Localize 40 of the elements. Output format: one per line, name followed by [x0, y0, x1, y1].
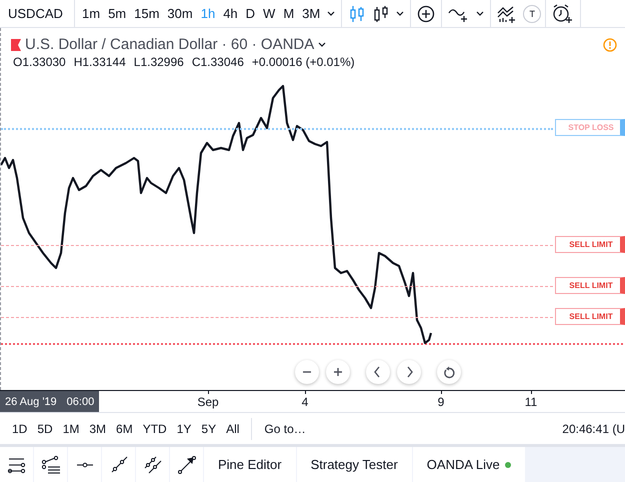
symbol-title: U.S. Dollar / Canadian Dollar · 60 · OANDA	[25, 36, 314, 53]
time-tick-label: 4	[302, 395, 308, 409]
range-button[interactable]: 6M	[112, 420, 137, 438]
interval-button[interactable]: D	[242, 4, 258, 23]
ohlc-value: H1.33144	[74, 55, 126, 69]
range-button[interactable]: YTD	[138, 420, 171, 438]
text-tool-button[interactable]: T	[523, 4, 542, 22]
time-tick-label: 11	[524, 395, 538, 409]
interval-button[interactable]: 15m	[131, 4, 162, 23]
range-button[interactable]: 5D	[33, 420, 57, 438]
panel-tab[interactable]: Strategy Tester	[296, 447, 412, 482]
interval-button[interactable]: 1m	[79, 4, 104, 23]
interval-button[interactable]: M	[280, 4, 298, 23]
time-tick-label: Sep	[197, 395, 219, 409]
ohlc-value: C1.33046	[192, 55, 244, 69]
interval-button[interactable]: 3M	[299, 4, 324, 23]
symbol-search[interactable]: USDCAD	[8, 6, 63, 21]
order-label[interactable]: SELL LIMIT	[555, 308, 625, 325]
range-button[interactable]: 3M	[85, 420, 110, 438]
range-button[interactable]: 1M	[58, 420, 84, 438]
panel-tab[interactable]: OANDA Live	[412, 447, 525, 482]
clock-text: 20:46:41 (U	[562, 422, 625, 436]
ohlc-value: L1.32996	[134, 55, 184, 69]
panel-tab[interactable]: Pine Editor	[204, 447, 296, 482]
crosshair-time: 06:00	[66, 396, 94, 408]
crosshair-date: 26 Aug '19	[5, 396, 57, 408]
go-to-button[interactable]: Go to…	[252, 420, 318, 438]
range-button[interactable]: 1Y	[172, 420, 196, 438]
interval-button[interactable]: 5m	[105, 4, 130, 23]
order-label[interactable]: SELL LIMIT	[555, 277, 625, 294]
range-button[interactable]: All	[222, 420, 244, 438]
interval-button[interactable]: W	[260, 4, 278, 23]
price-change: +0.00016 (+0.01%)	[252, 55, 355, 69]
range-button[interactable]: 5Y	[197, 420, 220, 438]
interval-button[interactable]: 4h	[220, 4, 241, 23]
range-button[interactable]: 1D	[8, 420, 32, 438]
ohlc-value: O1.33030	[13, 55, 66, 69]
time-tick-label: 9	[438, 395, 444, 409]
order-label[interactable]: SELL LIMIT	[555, 236, 625, 253]
interval-button[interactable]: 30m	[164, 4, 196, 23]
